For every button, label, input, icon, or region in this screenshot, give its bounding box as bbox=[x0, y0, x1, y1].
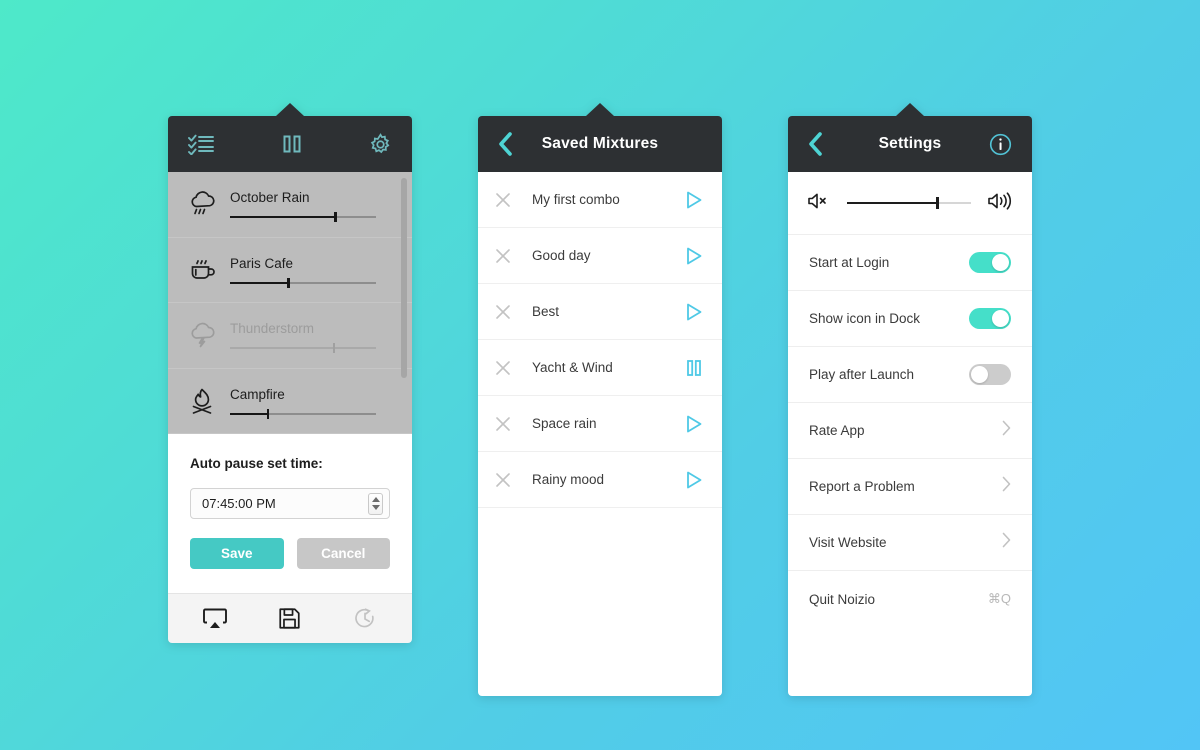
setting-label: Rate App bbox=[809, 423, 865, 438]
volume-slider[interactable] bbox=[230, 277, 376, 288]
cancel-button[interactable]: Cancel bbox=[296, 538, 390, 569]
list-item[interactable]: Good day bbox=[478, 228, 722, 284]
mixture-name: My first combo bbox=[532, 192, 620, 207]
setting-row-quit-noizio[interactable]: Quit Noizio ⌘Q bbox=[788, 571, 1032, 627]
save-button[interactable]: Save bbox=[190, 538, 284, 569]
delete-icon[interactable] bbox=[496, 304, 526, 319]
info-circle-icon[interactable] bbox=[989, 133, 1012, 156]
mixture-name: Space rain bbox=[532, 416, 597, 431]
pause-icon[interactable] bbox=[281, 133, 303, 155]
volume-control-row bbox=[788, 172, 1032, 235]
panel-notch bbox=[276, 103, 304, 116]
play-icon[interactable] bbox=[678, 415, 702, 433]
airplay-icon[interactable] bbox=[195, 608, 235, 629]
list-item[interactable]: Space rain bbox=[478, 396, 722, 452]
floppy-save-icon[interactable] bbox=[270, 608, 310, 629]
settings-list: Start at Login Show icon in Dock Play af… bbox=[788, 172, 1032, 696]
sounds-panel: October Rain Paris Cafe Thunderstorm Cam… bbox=[168, 103, 412, 643]
timer-icon[interactable] bbox=[345, 607, 385, 630]
chevron-right-icon bbox=[1002, 532, 1011, 553]
sound-name: Paris Cafe bbox=[230, 255, 294, 271]
volume-mute-icon[interactable] bbox=[807, 192, 831, 215]
sound-name: Thunderstorm bbox=[230, 321, 315, 337]
gear-icon[interactable] bbox=[369, 132, 392, 156]
play-icon[interactable] bbox=[678, 471, 702, 489]
panel-notch bbox=[896, 103, 924, 116]
mixture-name: Rainy mood bbox=[532, 472, 605, 487]
settings-panel-header: Settings bbox=[788, 116, 1032, 172]
setting-row-show-icon-in-dock[interactable]: Show icon in Dock bbox=[788, 291, 1032, 347]
volume-slider[interactable] bbox=[230, 408, 376, 419]
sounds-panel-header bbox=[168, 116, 412, 172]
list-item[interactable]: Yacht & Wind bbox=[478, 340, 722, 396]
volume-slider[interactable] bbox=[847, 197, 971, 209]
play-after-launch-toggle[interactable] bbox=[969, 364, 1011, 385]
sound-name: October Rain bbox=[230, 190, 310, 206]
volume-slider[interactable] bbox=[230, 212, 376, 223]
delete-icon[interactable] bbox=[496, 248, 526, 263]
setting-row-play-after-launch[interactable]: Play after Launch bbox=[788, 347, 1032, 403]
setting-label: Report a Problem bbox=[809, 479, 915, 494]
sounds-panel-footer bbox=[168, 593, 412, 643]
rain-cloud-icon[interactable] bbox=[182, 191, 224, 217]
auto-pause-section: Auto pause set time: 07:45:00 PM Save Ca… bbox=[168, 434, 412, 593]
sound-row[interactable]: Paris Cafe bbox=[168, 238, 412, 303]
setting-label: Start at Login bbox=[809, 255, 890, 270]
play-icon[interactable] bbox=[678, 303, 702, 321]
time-stepper[interactable] bbox=[368, 492, 383, 515]
mixture-name: Best bbox=[532, 304, 560, 319]
delete-icon[interactable] bbox=[496, 472, 526, 487]
time-value[interactable]: 07:45:00 PM bbox=[202, 496, 368, 511]
list-item[interactable]: Best bbox=[478, 284, 722, 340]
volume-high-icon[interactable] bbox=[987, 191, 1013, 215]
sound-row[interactable]: Campfire bbox=[168, 369, 412, 434]
chevron-left-icon[interactable] bbox=[808, 132, 823, 156]
panel-title: Saved Mixtures bbox=[541, 135, 659, 152]
checklist-icon[interactable] bbox=[188, 133, 214, 155]
setting-row-report-a-problem[interactable]: Report a Problem bbox=[788, 459, 1032, 515]
pause-icon[interactable] bbox=[678, 359, 702, 377]
setting-row-rate-app[interactable]: Rate App bbox=[788, 403, 1032, 459]
sound-row[interactable]: October Rain bbox=[168, 172, 412, 238]
panel-notch bbox=[586, 103, 614, 116]
delete-icon[interactable] bbox=[496, 416, 526, 431]
chevron-left-icon[interactable] bbox=[498, 132, 513, 156]
coffee-cup-icon[interactable] bbox=[182, 257, 224, 283]
play-icon[interactable] bbox=[678, 247, 702, 265]
mixtures-list: My first combo Good day Best Yacht & Win… bbox=[478, 172, 722, 696]
auto-pause-title: Auto pause set time: bbox=[190, 456, 323, 471]
setting-label: Show icon in Dock bbox=[809, 311, 921, 326]
start-at-login-toggle[interactable] bbox=[969, 252, 1011, 273]
delete-icon[interactable] bbox=[496, 192, 526, 207]
setting-label: Visit Website bbox=[809, 535, 887, 550]
show-icon-in-dock-toggle[interactable] bbox=[969, 308, 1011, 329]
chevron-right-icon bbox=[1002, 476, 1011, 497]
sound-list-scrollbar[interactable] bbox=[401, 178, 407, 428]
delete-icon[interactable] bbox=[496, 360, 526, 375]
mixture-name: Good day bbox=[532, 248, 591, 263]
list-item[interactable]: My first combo bbox=[478, 172, 722, 228]
mixtures-panel: Saved Mixtures My first combo Good day B… bbox=[478, 103, 722, 696]
mixtures-panel-header: Saved Mixtures bbox=[478, 116, 722, 172]
setting-row-visit-website[interactable]: Visit Website bbox=[788, 515, 1032, 571]
campfire-icon[interactable] bbox=[182, 387, 224, 415]
keyboard-shortcut: ⌘Q bbox=[987, 591, 1011, 606]
setting-row-start-at-login[interactable]: Start at Login bbox=[788, 235, 1032, 291]
play-icon[interactable] bbox=[678, 191, 702, 209]
chevron-right-icon bbox=[1002, 420, 1011, 441]
panel-title: Settings bbox=[878, 135, 942, 152]
setting-label: Quit Noizio bbox=[809, 591, 876, 607]
volume-slider[interactable] bbox=[230, 343, 376, 354]
thunder-cloud-icon[interactable] bbox=[182, 322, 224, 348]
list-item[interactable]: Rainy mood bbox=[478, 452, 722, 508]
settings-panel: Settings Start at Login Show icon in Doc… bbox=[788, 103, 1032, 696]
scrollbar-thumb[interactable] bbox=[401, 178, 407, 378]
sound-list: October Rain Paris Cafe Thunderstorm Cam… bbox=[168, 172, 412, 434]
sound-row[interactable]: Thunderstorm bbox=[168, 303, 412, 369]
auto-pause-time-field[interactable]: 07:45:00 PM bbox=[190, 488, 390, 519]
sound-name: Campfire bbox=[230, 386, 285, 402]
setting-label: Play after Launch bbox=[809, 367, 915, 382]
mixture-name: Yacht & Wind bbox=[532, 360, 613, 375]
